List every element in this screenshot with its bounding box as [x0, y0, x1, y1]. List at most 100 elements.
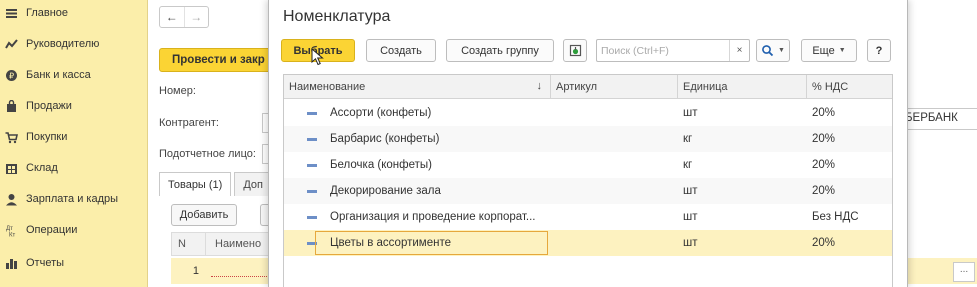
person-icon — [3, 191, 19, 207]
sidebar-item-purchases[interactable]: Покупки — [0, 123, 148, 151]
clear-search-button[interactable]: × — [729, 40, 749, 61]
sidebar-item-label: Покупки — [26, 131, 68, 143]
dialog-title: Номенклатура — [283, 8, 391, 25]
mouse-cursor-icon — [311, 48, 324, 66]
svg-text:₽: ₽ — [8, 71, 13, 80]
sidebar-item-warehouse[interactable]: Склад — [0, 154, 148, 182]
column-header-sku[interactable]: Артикул — [551, 75, 678, 99]
vat-cell: 20% — [812, 185, 836, 197]
sort-descending-icon: ↓ — [536, 80, 543, 92]
operations-icon: Дт Кт — [3, 222, 19, 238]
sidebar-item-main[interactable]: Главное — [0, 0, 148, 27]
unit-cell: кг — [683, 133, 693, 145]
svg-text:Дт: Дт — [6, 226, 13, 232]
sidebar-item-label: Банк и касса — [26, 69, 91, 81]
accountable-label: Подотчетное лицо: — [159, 148, 256, 160]
name-cell: Ассорти (конфеты) — [330, 107, 432, 119]
item-marker-icon — [307, 164, 317, 167]
column-header-name[interactable]: Наимено — [206, 233, 261, 255]
unit-cell: кг — [683, 159, 693, 171]
unit-cell: шт — [683, 107, 698, 119]
sidebar-item-bank[interactable]: ₽ Банк и касса — [0, 61, 148, 89]
item-marker-icon — [307, 216, 317, 219]
column-header-label: Наименование — [289, 81, 366, 93]
unit-cell: шт — [683, 185, 698, 197]
sidebar-item-label: Зарплата и кадры — [26, 193, 119, 205]
trend-icon — [3, 36, 19, 52]
post-and-close-button[interactable]: Провести и закр — [159, 48, 279, 72]
goods-grid-header: N Наимено — [171, 232, 277, 256]
vat-cell: Без НДС — [812, 211, 859, 223]
unit-cell: шт — [683, 211, 698, 223]
document-tabs: Товары (1) Доп — [159, 172, 272, 196]
export-icon[interactable] — [563, 39, 587, 62]
bag-icon — [3, 98, 19, 114]
more-label: Еще — [812, 44, 835, 57]
unit-cell: шт — [683, 237, 698, 249]
back-button[interactable]: ← — [160, 7, 184, 27]
sidebar-item-label: Руководителю — [26, 38, 100, 50]
table-row-selected[interactable]: Цветы в ассортименте шт 20% — [284, 230, 892, 256]
table-row[interactable]: 1 — [171, 258, 277, 284]
sidebar-item-sales[interactable]: Продажи — [0, 92, 148, 120]
warehouse-icon — [3, 160, 19, 176]
table-row[interactable]: Декорирование зала шт 20% — [284, 178, 892, 204]
svg-text:Кт: Кт — [9, 232, 15, 237]
bar-chart-icon — [3, 255, 19, 271]
add-row-button[interactable]: Добавить — [171, 204, 237, 226]
table-header: Наименование ↓ Артикул Единица % НДС — [284, 75, 892, 99]
coin-icon: ₽ — [3, 67, 19, 83]
name-cell: Барбарис (конфеты) — [330, 133, 440, 145]
sidebar-item-salary[interactable]: Зарплата и кадры — [0, 185, 148, 213]
vat-cell: 20% — [812, 159, 836, 171]
table-row[interactable]: Барбарис (конфеты) кг 20% — [284, 126, 892, 152]
name-cell: Организация и проведение корпорат... — [330, 211, 536, 223]
sidebar-item-label: Главное — [26, 7, 69, 19]
item-marker-icon — [307, 112, 317, 115]
menu-lines-icon — [3, 5, 19, 21]
forward-button[interactable]: → — [183, 7, 209, 27]
table-row[interactable]: Организация и проведение корпорат... шт … — [284, 204, 892, 230]
column-header-n[interactable]: N — [172, 233, 206, 255]
column-header-unit[interactable]: Единица — [678, 75, 807, 99]
sidebar-item-reports[interactable]: Отчеты — [0, 249, 148, 277]
search-icon — [761, 44, 774, 57]
column-header-vat[interactable]: % НДС — [807, 75, 892, 99]
sidebar-item-label: Продажи — [26, 100, 72, 112]
history-nav: ← → — [159, 6, 209, 28]
item-marker-icon — [307, 138, 317, 141]
sidebar-item-label: Отчеты — [26, 257, 65, 269]
item-marker-icon — [307, 190, 317, 193]
cart-icon — [3, 129, 19, 145]
tab-additional[interactable]: Доп — [234, 172, 272, 196]
column-header-name[interactable]: Наименование ↓ — [284, 75, 551, 99]
help-button[interactable]: ? — [867, 39, 891, 62]
create-button[interactable]: Создать — [366, 39, 436, 62]
vat-cell: 20% — [812, 107, 836, 119]
chevron-down-icon: ▼ — [838, 47, 846, 54]
vat-cell: 20% — [812, 133, 836, 145]
name-cell: Белочка (конфеты) — [330, 159, 432, 171]
choice-button[interactable]: ... — [953, 262, 975, 282]
counterparty-label: Контрагент: — [159, 117, 219, 129]
table-row[interactable]: Ассорти (конфеты) шт 20% — [284, 100, 892, 126]
more-button[interactable]: Еще ▼ — [801, 39, 857, 62]
search-options-button[interactable]: ▼ — [756, 39, 790, 62]
chevron-down-icon: ▼ — [778, 47, 785, 54]
name-cell: Цветы в ассортименте — [330, 237, 451, 249]
sidebar-item-label: Операции — [26, 224, 78, 236]
row-number: 1 — [192, 265, 199, 277]
nomenclature-dialog: Номенклатура Выбрать Создать Создать гру… — [268, 0, 908, 287]
search-placeholder: Поиск (Ctrl+F) — [601, 44, 669, 57]
sidebar-item-manager[interactable]: Руководителю — [0, 30, 148, 58]
search-input[interactable]: Поиск (Ctrl+F) × — [596, 39, 750, 62]
table-row[interactable]: Белочка (конфеты) кг 20% — [284, 152, 892, 178]
vat-cell: 20% — [812, 237, 836, 249]
sidebar-item-label: Склад — [26, 162, 58, 174]
nomenclature-table: Наименование ↓ Артикул Единица % НДС Асс… — [283, 74, 893, 287]
name-cell: Декорирование зала — [330, 185, 441, 197]
create-group-button[interactable]: Создать группу — [446, 39, 554, 62]
bank-value: БЕРБАНК — [905, 112, 958, 124]
tab-goods[interactable]: Товары (1) — [159, 172, 232, 196]
sidebar-item-operations[interactable]: Дт Кт Операции — [0, 216, 148, 244]
